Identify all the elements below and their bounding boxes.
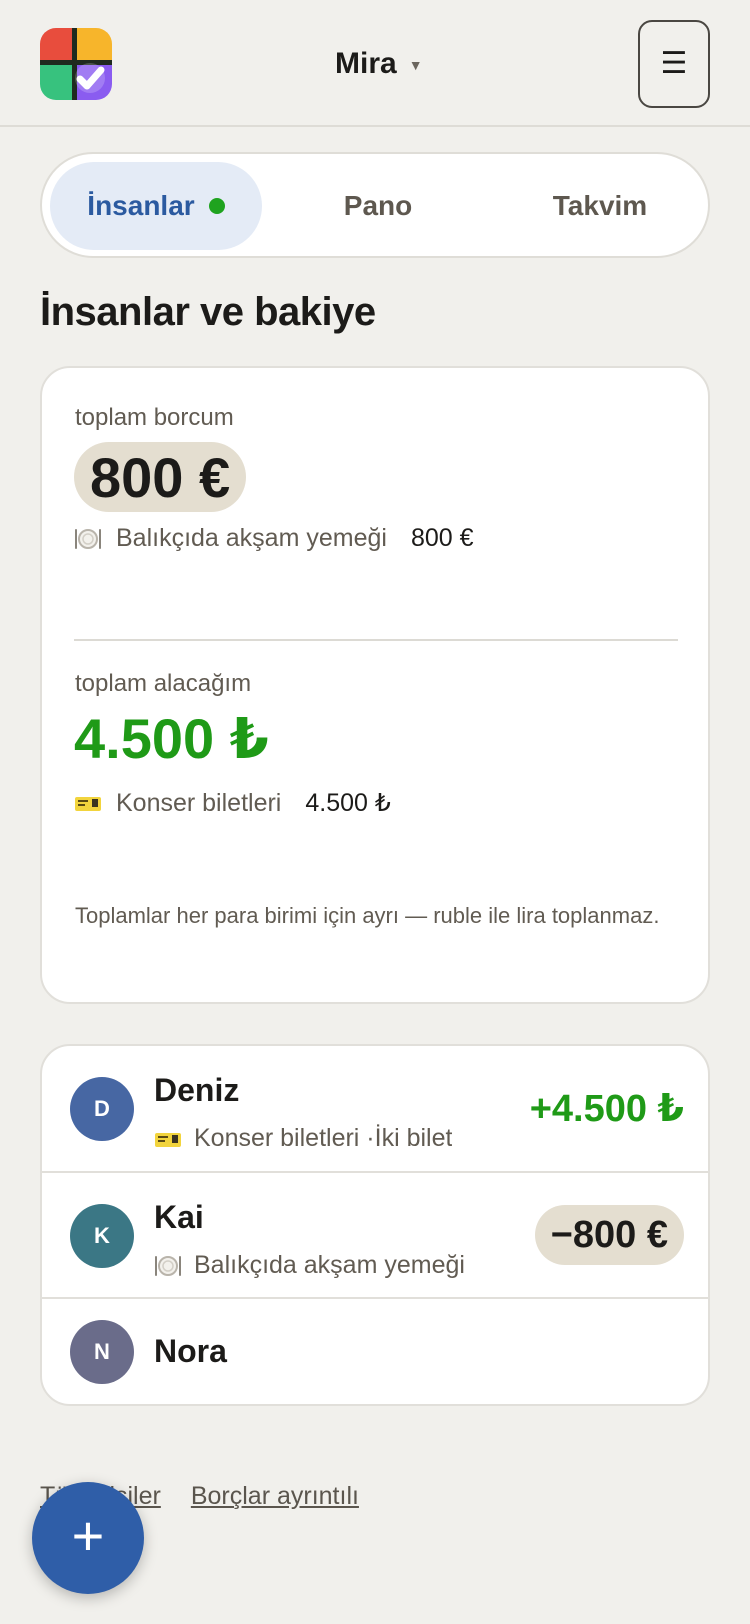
person-balance: −800 €	[534, 1205, 684, 1265]
currency-note: Toplamlar her para birimi için ayrı — ru…	[75, 903, 660, 928]
receive-item-label: Konser biletleri	[116, 788, 282, 817]
hamburger-menu-icon: ☰	[660, 47, 688, 80]
person-row-deniz[interactable]: D Deniz Konser biletleri ·İki bilet +4.5…	[42, 1046, 708, 1173]
status-dot-icon	[208, 198, 225, 214]
owe-label: toplam borcum	[75, 404, 234, 431]
user-switcher[interactable]: Mira ▼	[335, 44, 423, 84]
logo-checkmark-icon	[40, 28, 112, 100]
avatar: D	[70, 1077, 134, 1141]
receive-label: toplam alacağım	[75, 670, 252, 697]
owe-amount: 800 €	[74, 442, 247, 512]
person-name: Deniz	[154, 1072, 240, 1108]
receive-item[interactable]: Konser biletleri 4.500 ₺	[74, 788, 391, 818]
user-name: Mira	[335, 47, 397, 80]
plus-icon: +	[71, 1504, 105, 1567]
menu-button[interactable]: ☰	[638, 20, 710, 108]
owe-item-label: Balıkçıda akşam yemeği	[116, 524, 387, 552]
ticket-icon	[74, 789, 102, 817]
person-subtitle: Konser biletleri ·İki bilet	[154, 1124, 494, 1153]
people-list: D Deniz Konser biletleri ·İki bilet +4.5…	[40, 1044, 710, 1406]
add-button[interactable]: +	[32, 1482, 144, 1594]
person-subtitle-text: Balıkçıda akşam yemeği	[194, 1251, 465, 1279]
app-logo[interactable]	[40, 28, 112, 100]
app-header: Mira ▼ ☰	[0, 0, 750, 127]
ticket-icon	[154, 1125, 182, 1153]
balance-card: toplam borcum 800 € Balıkçıda akşam yeme…	[40, 366, 710, 1004]
owe-item-amount: 800 €	[410, 524, 474, 552]
receive-item-amount: 4.500 ₺	[305, 789, 391, 817]
person-row-kai[interactable]: K Kai Balıkçıda akşam yemeği −800 €	[42, 1173, 708, 1299]
plate-cutlery-icon	[154, 1252, 182, 1280]
tab-people-label: İnsanlar	[87, 190, 195, 221]
tab-bar: İnsanlar Pano Takvim	[40, 152, 710, 258]
person-subtitle: Balıkçıda akşam yemeği	[154, 1251, 494, 1280]
tab-people[interactable]: İnsanlar	[50, 162, 262, 250]
receive-amount: 4.500 ₺	[74, 707, 269, 770]
chevron-down-icon: ▼	[408, 57, 423, 73]
person-name: Nora	[154, 1333, 227, 1369]
tab-board[interactable]: Pano	[272, 162, 484, 250]
person-name: Kai	[154, 1199, 204, 1235]
debts-detail-link[interactable]: Borçlar ayrıntılı	[191, 1482, 359, 1511]
plate-cutlery-icon	[74, 525, 102, 553]
avatar: K	[70, 1204, 134, 1268]
avatar: N	[70, 1320, 134, 1384]
divider	[74, 639, 678, 641]
owe-item[interactable]: Balıkçıda akşam yemeği 800 €	[74, 524, 474, 553]
person-subtitle-text: Konser biletleri ·İki bilet	[194, 1124, 453, 1152]
tab-calendar[interactable]: Takvim	[494, 162, 706, 250]
person-row-nora[interactable]: N Nora	[42, 1299, 708, 1404]
page-title: İnsanlar ve bakiye	[40, 290, 376, 334]
tab-calendar-label: Takvim	[552, 190, 648, 221]
tab-board-label: Pano	[343, 190, 413, 221]
person-balance: +4.500 ₺	[529, 1088, 684, 1130]
